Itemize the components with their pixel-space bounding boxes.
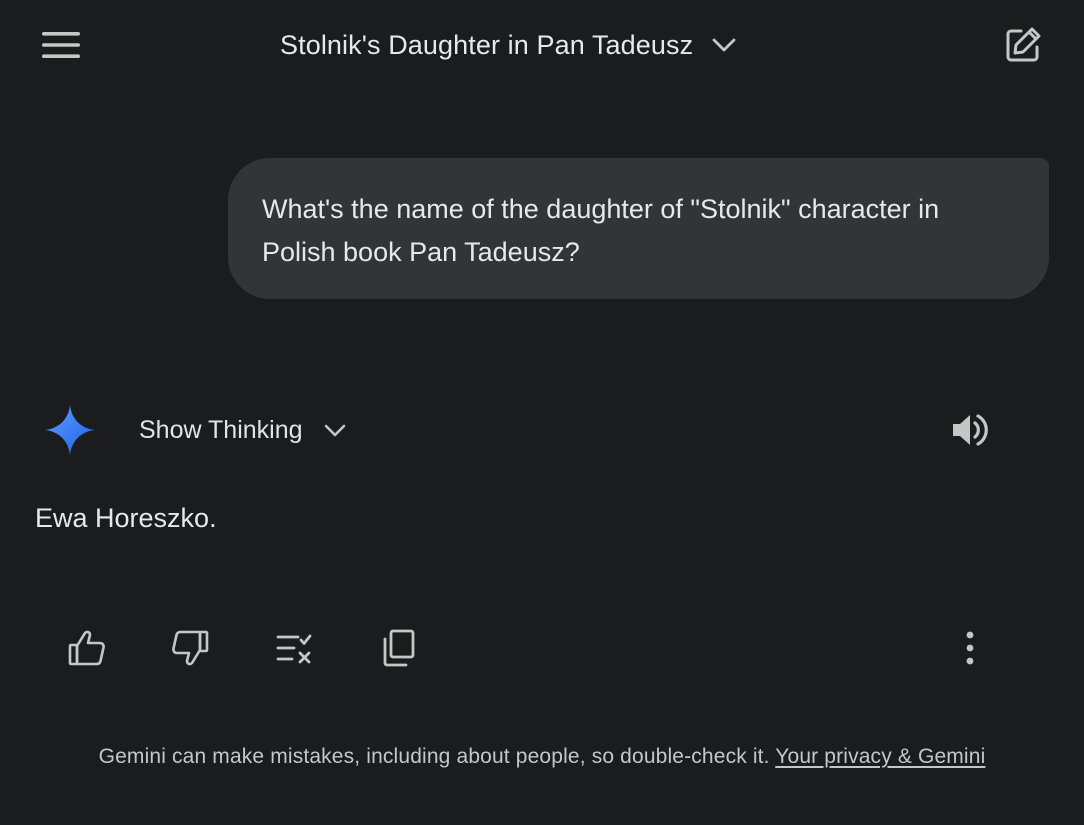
show-thinking-toggle[interactable]: Show Thinking (139, 410, 347, 450)
new-chat-button[interactable] (1000, 22, 1046, 68)
chevron-down-icon (711, 37, 737, 53)
disclaimer: Gemini can make mistakes, including abou… (0, 745, 1084, 769)
gemini-spark-icon (44, 404, 96, 456)
conversation-title: Stolnik's Daughter in Pan Tadeusz (280, 29, 694, 60)
conversation-title-dropdown[interactable]: Stolnik's Daughter in Pan Tadeusz (280, 24, 737, 66)
menu-button[interactable] (38, 26, 84, 64)
thumb-down-icon (170, 628, 210, 668)
gemini-app: Stolnik's Daughter in Pan Tadeusz What's… (0, 0, 1084, 825)
good-response-button[interactable] (63, 624, 111, 672)
thumb-up-icon (67, 628, 107, 668)
more-options-button[interactable] (946, 624, 994, 672)
double-check-icon (274, 628, 314, 668)
user-message-text: What's the name of the daughter of "Stol… (262, 194, 940, 267)
hamburger-menu-icon (40, 29, 82, 61)
user-message-bubble: What's the name of the daughter of "Stol… (228, 158, 1049, 299)
disclaimer-text: Gemini can make mistakes, including abou… (98, 745, 770, 768)
more-vert-icon (964, 630, 976, 666)
chevron-down-icon (323, 423, 347, 438)
response-text: Ewa Horeszko. (35, 503, 217, 533)
copy-response-button[interactable] (374, 624, 422, 672)
double-check-response-button[interactable] (270, 624, 318, 672)
listen-button[interactable] (944, 406, 996, 454)
bad-response-button[interactable] (166, 624, 214, 672)
edit-square-icon (1003, 25, 1043, 65)
volume-up-icon (948, 410, 992, 450)
copy-icon (378, 628, 418, 668)
privacy-link[interactable]: Your privacy & Gemini (775, 745, 985, 768)
show-thinking-label: Show Thinking (139, 415, 303, 444)
